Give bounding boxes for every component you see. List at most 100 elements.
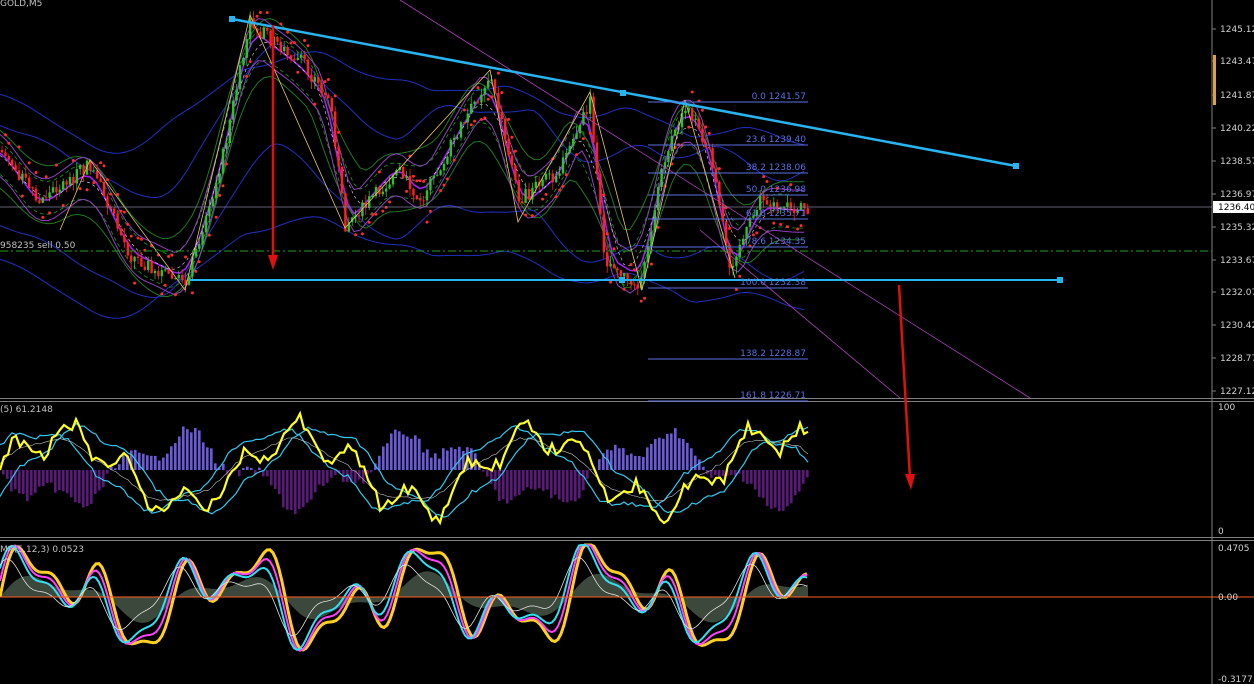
histogram-bar xyxy=(50,470,53,483)
sar-dot xyxy=(374,212,378,216)
candle xyxy=(41,196,44,204)
histogram-bar xyxy=(86,470,89,507)
fib-level-label: 138.2 1228.87 xyxy=(740,349,806,359)
sar-dot xyxy=(99,161,103,165)
sar-dot xyxy=(687,125,691,129)
histogram-bar xyxy=(98,470,101,491)
support-handle[interactable] xyxy=(1057,277,1063,283)
histogram-bar xyxy=(378,455,381,470)
sar-dot xyxy=(612,247,616,251)
histogram-bar xyxy=(586,470,589,479)
sar-dot xyxy=(326,78,330,82)
histogram-bar xyxy=(394,429,397,470)
sar-dot xyxy=(507,117,511,121)
sar-dot xyxy=(490,95,494,99)
histogram-bar xyxy=(658,437,661,470)
price-chart-panel[interactable]: 958235 sell 0.50 0.0 1241.57 23.6 1239.40… xyxy=(0,0,1212,490)
histogram-bar xyxy=(438,458,441,470)
price-label: 1245.12 xyxy=(1220,25,1254,35)
sar-dot xyxy=(116,192,120,196)
candle xyxy=(228,118,231,147)
histogram-bar xyxy=(634,455,637,470)
sar-dot xyxy=(85,188,89,192)
histogram-bar xyxy=(310,470,313,500)
fib-level[interactable]: 138.2 1228.87 xyxy=(648,349,808,360)
candle xyxy=(24,165,27,182)
histogram-bar xyxy=(314,470,317,493)
histogram-bar xyxy=(238,470,241,477)
histogram-bar xyxy=(766,470,769,506)
candle xyxy=(561,150,565,176)
price-label: 1230.42 xyxy=(1220,321,1254,331)
histogram-bar xyxy=(678,438,681,470)
trendline-handle[interactable] xyxy=(620,90,626,96)
histogram-bar xyxy=(742,470,745,482)
macd-panel[interactable] xyxy=(0,543,808,652)
order-line-label: 958235 sell 0.50 xyxy=(0,241,76,251)
sar-dot xyxy=(796,227,800,231)
sar-dot xyxy=(54,163,58,167)
histogram-bar xyxy=(70,470,73,498)
histogram-bar xyxy=(486,470,489,477)
candle xyxy=(289,54,293,63)
fib-level[interactable]: 50.0 1236.98 xyxy=(648,185,808,196)
histogram-bar xyxy=(662,438,665,470)
histogram-bar xyxy=(514,470,517,497)
histogram-bar xyxy=(558,470,561,500)
sar-dot xyxy=(34,170,38,174)
histogram-bar xyxy=(30,470,33,496)
sar-dot xyxy=(622,287,626,291)
support-handle[interactable] xyxy=(619,277,625,283)
sar-dot xyxy=(224,162,228,166)
sar-dot xyxy=(700,108,704,112)
envelope-line xyxy=(0,26,805,255)
price-label: 1238.57 xyxy=(1220,157,1254,167)
trading-chart[interactable]: 958235 sell 0.50 0.0 1241.57 23.6 1239.40… xyxy=(0,0,1254,684)
candle xyxy=(408,169,412,197)
sar-dot xyxy=(558,188,562,192)
sar-dot xyxy=(762,175,766,179)
price-label: 1232.07 xyxy=(1220,288,1254,298)
fib-level-label: 0.0 1241.57 xyxy=(752,92,806,102)
trendline-handle[interactable] xyxy=(229,16,235,22)
oscillator-panel[interactable] xyxy=(0,410,809,526)
histogram-bar xyxy=(762,470,765,498)
histogram-bar xyxy=(242,468,245,470)
sar-dot xyxy=(248,60,252,64)
histogram-bar xyxy=(178,436,181,470)
histogram-bar xyxy=(506,470,509,504)
histogram-bar xyxy=(750,470,753,484)
histogram-bar xyxy=(250,467,253,470)
candle xyxy=(667,149,670,167)
histogram-bar xyxy=(198,430,201,470)
histogram-bar xyxy=(450,447,453,470)
candle xyxy=(130,251,133,270)
histogram-bar xyxy=(270,470,273,486)
sar-dot xyxy=(717,167,721,171)
trendline-handle[interactable] xyxy=(1013,163,1019,169)
histogram-bar xyxy=(566,470,569,503)
sar-dot xyxy=(469,123,473,127)
sar-dot xyxy=(292,41,296,45)
histogram-bar xyxy=(398,431,401,470)
candle xyxy=(742,234,745,246)
histogram-bar xyxy=(174,443,177,470)
histogram-bar xyxy=(802,470,805,484)
sar-dot xyxy=(7,141,11,145)
sar-dot xyxy=(415,179,419,183)
histogram-bar xyxy=(646,447,649,470)
sar-dot xyxy=(452,158,456,162)
histogram-bar xyxy=(58,470,61,490)
fib-level[interactable]: 161.8 1226.71 xyxy=(648,391,808,402)
sar-dot xyxy=(371,212,375,216)
histogram-bar xyxy=(6,470,9,480)
candle xyxy=(313,73,316,89)
indicator1-label: (5) 61.2148 xyxy=(0,405,53,415)
candle xyxy=(153,268,157,280)
candle xyxy=(595,135,599,179)
candle xyxy=(242,56,245,66)
sar-dot xyxy=(554,195,558,199)
histogram-bar xyxy=(114,468,117,470)
histogram-bar xyxy=(386,443,389,470)
histogram-bar xyxy=(778,470,781,512)
